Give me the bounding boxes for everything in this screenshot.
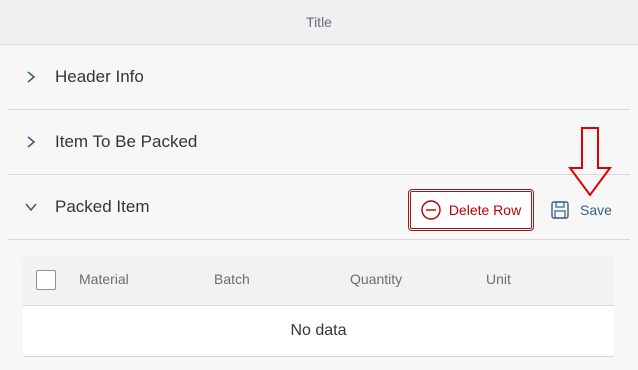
select-all-checkbox[interactable] (36, 270, 56, 290)
app-title-bar: Title (0, 0, 638, 45)
chevron-right-icon[interactable] (24, 135, 38, 149)
section-title-item-to-be-packed: Item To Be Packed (55, 132, 198, 151)
column-header-material[interactable]: Material (79, 257, 129, 305)
floppy-disk-icon (550, 200, 570, 220)
delete-row-label: Delete Row (448, 202, 522, 218)
delete-row-button[interactable]: Delete Row (408, 189, 534, 231)
column-header-batch[interactable]: Batch (214, 257, 250, 305)
minus-circle-icon (421, 200, 441, 220)
section-item-to-be-packed[interactable]: Item To Be Packed (8, 110, 630, 175)
save-button[interactable]: Save (550, 197, 612, 223)
no-data-message: No data (290, 322, 347, 339)
section-title-header-info: Header Info (55, 67, 144, 86)
chevron-down-icon[interactable] (24, 200, 38, 214)
chevron-right-icon[interactable] (24, 70, 38, 84)
page-title: Title (306, 14, 332, 30)
section-packed-item[interactable]: Packed Item Delete Row Save (8, 175, 630, 240)
table-header: Material Batch Quantity Unit (23, 257, 614, 306)
red-down-arrow-icon (567, 126, 613, 198)
section-title-packed-item: Packed Item (55, 197, 150, 216)
column-header-quantity[interactable]: Quantity (350, 257, 402, 305)
save-label: Save (580, 202, 612, 218)
column-header-unit[interactable]: Unit (486, 257, 511, 305)
packed-items-table: Material Batch Quantity Unit No data (23, 257, 614, 357)
section-header-info[interactable]: Header Info (8, 45, 630, 110)
